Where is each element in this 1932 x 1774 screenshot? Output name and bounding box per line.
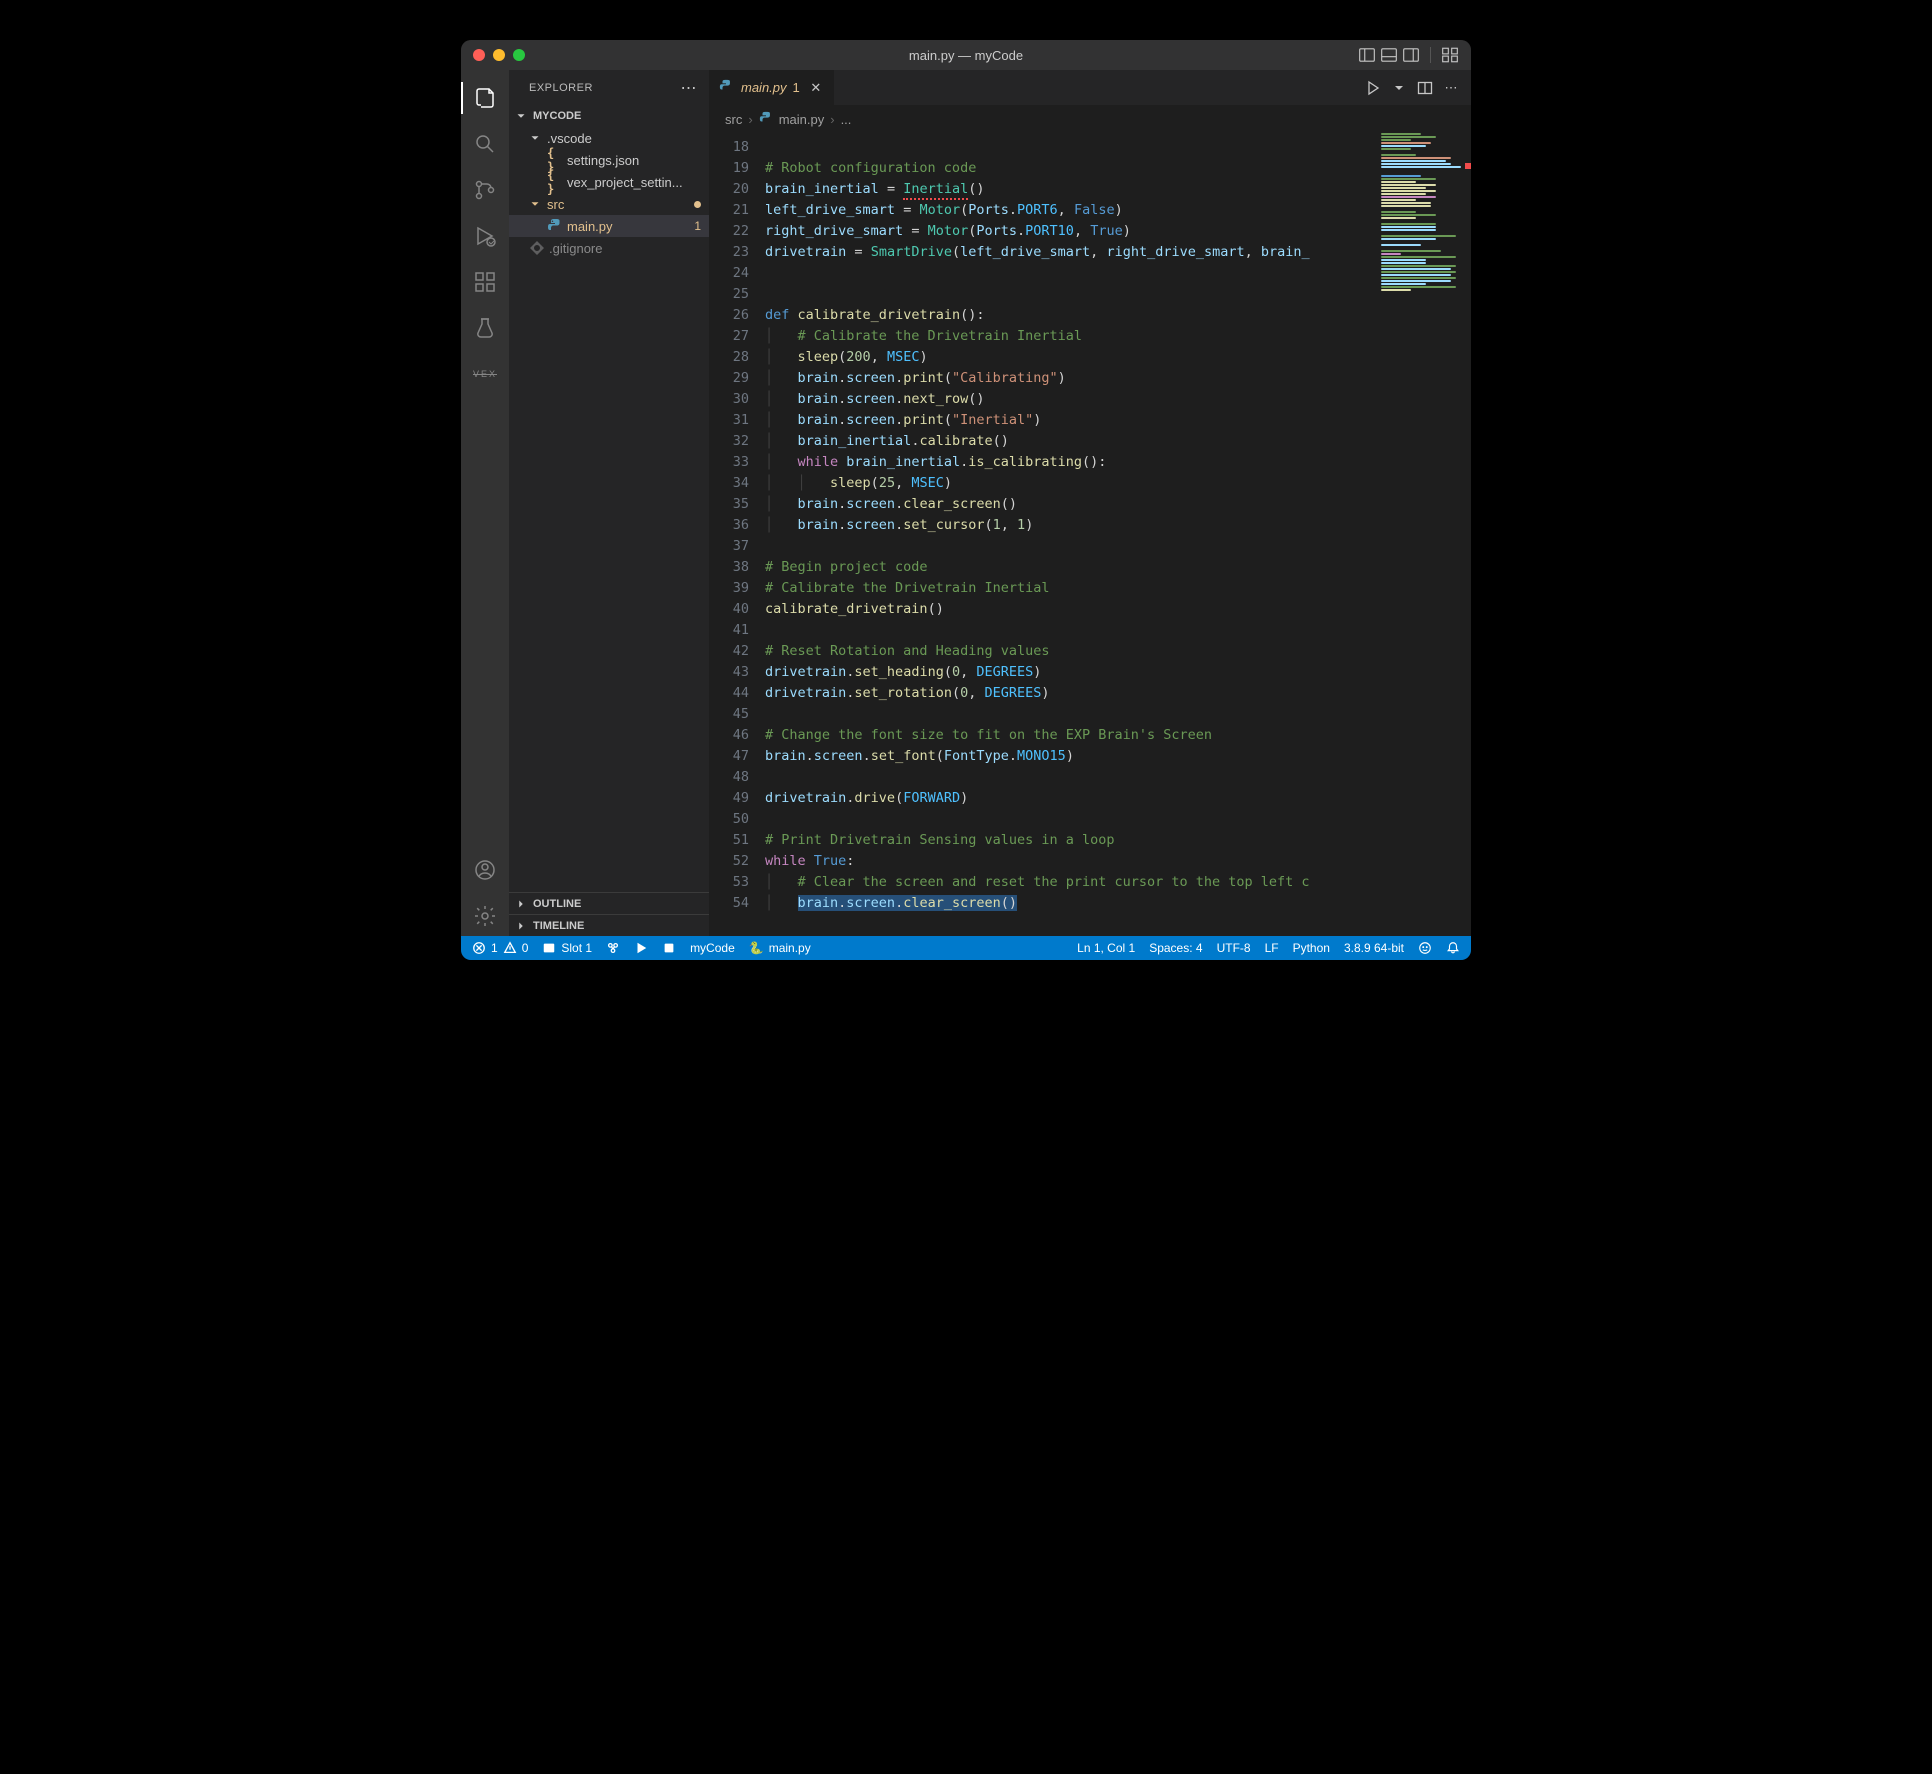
split-editor-icon[interactable] [1415,78,1435,98]
activity-settings-icon[interactable] [461,896,509,936]
status-stop-button[interactable] [655,936,683,960]
editor-area: main.py 1 ✕ ⋯ src › main.py › ... [709,70,1471,936]
python-icon [547,218,563,234]
status-problems[interactable]: 1 0 [465,936,535,960]
outline-section-header[interactable]: OUTLINE [509,892,709,914]
chevron-right-icon: › [748,112,752,127]
project-section-header[interactable]: MYCODE [509,105,709,127]
activity-run-debug-icon[interactable] [461,216,509,256]
file-tree: .vscode { } settings.json { } vex_projec… [509,127,709,892]
explorer-more-icon[interactable]: ⋯ [681,78,698,98]
file-label: .gitignore [549,241,701,256]
window-title: main.py — myCode [461,48,1471,63]
file-label: main.py [567,219,686,234]
status-slot[interactable]: Slot 1 [535,936,599,960]
file-problem-badge: 1 [694,219,701,233]
activity-accounts-icon[interactable] [461,850,509,890]
editor-more-icon[interactable]: ⋯ [1441,78,1461,98]
status-indentation[interactable]: Spaces: 4 [1142,936,1209,960]
error-marker[interactable] [1465,163,1471,169]
minimap[interactable] [1376,133,1471,353]
editor-tabs: main.py 1 ✕ ⋯ [709,70,1471,105]
status-brain-icon[interactable] [599,936,627,960]
activitybar: VEX [461,70,509,936]
status-notifications-icon[interactable] [1439,936,1467,960]
editor-tab-main-py[interactable]: main.py 1 ✕ [709,70,835,105]
vscode-window: main.py — myCode [461,40,1471,960]
folder-label: .vscode [547,131,701,146]
tree-file-gitignore[interactable]: .gitignore [509,237,709,259]
tree-file-vex-project[interactable]: { } vex_project_settin... [509,171,709,193]
status-feedback-icon[interactable] [1411,936,1439,960]
status-filename[interactable]: 🐍 main.py [742,936,818,960]
run-dropdown-icon[interactable] [1389,78,1409,98]
breadcrumbs[interactable]: src › main.py › ... [709,105,1471,133]
status-encoding[interactable]: UTF-8 [1210,936,1258,960]
json-icon: { } [547,174,563,190]
status-project-name[interactable]: myCode [683,936,742,960]
activity-source-control-icon[interactable] [461,170,509,210]
status-eol[interactable]: LF [1258,936,1286,960]
breadcrumb-item[interactable]: main.py [779,112,825,127]
run-icon[interactable] [1363,78,1383,98]
json-icon: { } [547,152,563,168]
project-name: MYCODE [533,110,581,122]
chevron-down-icon [527,196,543,212]
status-language[interactable]: Python [1286,936,1337,960]
activity-extensions-icon[interactable] [461,262,509,302]
status-python-version[interactable]: 3.8.9 64-bit [1337,936,1411,960]
activity-search-icon[interactable] [461,124,509,164]
timeline-section-header[interactable]: TIMELINE [509,914,709,936]
warning-count: 0 [522,941,529,955]
explorer-header: EXPLORER ⋯ [509,70,709,105]
explorer-sidebar: EXPLORER ⋯ MYCODE .vscode { } settings.j… [509,70,709,936]
slot-label: Slot 1 [561,941,592,955]
breadcrumb-item[interactable]: ... [841,112,852,127]
activity-testing-icon[interactable] [461,308,509,348]
tree-file-settings-json[interactable]: { } settings.json [509,149,709,171]
tab-filename: main.py [741,80,787,95]
python-icon [719,79,733,96]
statusbar: 1 0 Slot 1 myCode 🐍 main.py Ln 1, Col 1 … [461,936,1471,960]
tree-folder-vscode[interactable]: .vscode [509,127,709,149]
chevron-down-icon [527,130,543,146]
status-cursor-position[interactable]: Ln 1, Col 1 [1070,936,1142,960]
chevron-right-icon [513,896,529,912]
code-content[interactable]: # Robot configuration codebrain_inertial… [765,133,1471,936]
outline-title: OUTLINE [533,898,581,910]
editor-actions: ⋯ [1353,70,1471,105]
tab-close-icon[interactable]: ✕ [808,80,824,96]
overview-ruler [1467,133,1471,936]
tab-problem-badge: 1 [793,80,800,95]
activity-vex-icon[interactable]: VEX [461,354,509,394]
titlebar: main.py — myCode [461,40,1471,70]
python-icon [759,111,773,128]
breadcrumb-item[interactable]: src [725,112,742,127]
gitignore-icon [529,240,545,256]
status-play-button[interactable] [627,936,655,960]
chevron-down-icon [513,108,529,124]
explorer-title: EXPLORER [529,82,593,94]
timeline-title: TIMELINE [533,920,584,932]
file-label: settings.json [567,153,701,168]
file-label: vex_project_settin... [567,175,701,190]
tree-file-main-py[interactable]: main.py 1 [509,215,709,237]
folder-label: src [547,197,686,212]
chevron-right-icon: › [830,112,834,127]
activity-explorer-icon[interactable] [461,78,509,118]
python-icon: 🐍 [749,941,764,955]
error-count: 1 [491,941,498,955]
code-editor[interactable]: 1819202122232425262728293031323334353637… [709,133,1471,936]
tree-folder-src[interactable]: src [509,193,709,215]
chevron-right-icon [513,918,529,934]
line-numbers: 1819202122232425262728293031323334353637… [709,133,765,936]
